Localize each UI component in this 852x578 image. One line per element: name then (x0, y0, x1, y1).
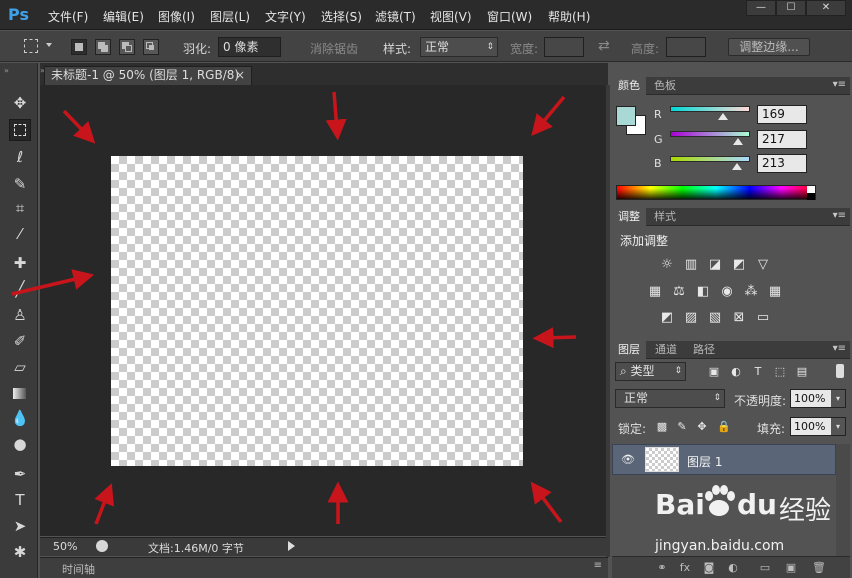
tab-adjustments[interactable]: 调整 (612, 208, 646, 226)
watermark-brand2: du (737, 488, 777, 521)
lock-label: 锁定: (618, 422, 647, 436)
baidu-watermark: Bai du 经验 jingyan.baidu.com (655, 480, 845, 570)
visibility-eye-icon[interactable]: 👁 (621, 453, 635, 466)
channel-g-slider[interactable] (670, 131, 750, 137)
fill-value: 100% (794, 420, 826, 433)
lock-transparent-icon[interactable]: ▩ (654, 419, 670, 435)
lock-position-icon[interactable]: ✥ (694, 419, 710, 435)
channel-r-slider[interactable] (670, 106, 750, 112)
color-lookup-icon[interactable]: ▦ (767, 284, 783, 300)
tab-layers[interactable]: 图层 (612, 341, 646, 359)
color-spectrum-bar[interactable] (616, 185, 816, 200)
chevron-down-icon[interactable]: ▾ (831, 390, 845, 407)
watermark-brand: Bai (655, 488, 705, 521)
tab-styles[interactable]: 样式 (648, 208, 682, 226)
photo-filter-icon[interactable]: ◉ (719, 284, 735, 300)
arrow-bottom-left (94, 483, 115, 525)
opacity-label: 不透明度: (734, 394, 787, 408)
gradient-map-icon[interactable]: ▭ (755, 310, 771, 326)
zoom-level[interactable]: 50% (53, 540, 77, 553)
panel-menu-icon[interactable]: ▾≡ (833, 79, 846, 90)
lock-pixels-icon[interactable]: ✎ (674, 419, 690, 435)
brightness-icon[interactable]: ☼ (659, 257, 675, 273)
arrow-top-right (531, 95, 566, 137)
foreground-swatch[interactable] (616, 106, 636, 126)
fill-label: 填充: (757, 422, 786, 436)
channel-b-thumb[interactable] (731, 163, 742, 170)
arrow-top-center (325, 91, 347, 141)
filter-shape-icon[interactable]: ⬚ (772, 364, 788, 380)
chevron-down-icon[interactable]: ▾ (831, 418, 845, 435)
add-adjustment-title: 添加调整 (620, 234, 669, 248)
exposure-icon[interactable]: ◩ (731, 257, 747, 273)
arrow-top-left (62, 109, 96, 144)
arrow-bottom-right (530, 481, 563, 524)
blend-mode-value: 正常 (624, 391, 649, 405)
panel-menu-icon[interactable]: ▾≡ (833, 343, 846, 354)
adjustments-panel: 调整 样式 ▾≡ 添加调整 ☼ ▥ ◪ ◩ ▽ ▦ ⚖ ◧ ◉ ⁂ ▦ ◩ ▨ … (612, 208, 850, 338)
status-info-icon[interactable] (96, 540, 108, 552)
opacity-input[interactable]: 100% ▾ (790, 389, 846, 408)
layer-filter-select[interactable]: ⌕ 类型 ⇕ (615, 362, 686, 381)
filter-toggle[interactable] (836, 364, 844, 378)
channel-r-thumb[interactable] (718, 113, 729, 120)
adjustments-panel-header: 调整 样式 ▾≡ (612, 208, 850, 226)
tab-color[interactable]: 颜色 (612, 77, 646, 95)
timeline-label[interactable]: 时间轴 (62, 561, 95, 577)
select-arrows-icon: ⇕ (674, 366, 682, 376)
color-panel-header: 颜色 色板 ▾≡ (612, 77, 850, 95)
channel-b-label: B (654, 157, 662, 170)
filter-adjustment-icon[interactable]: ◐ (728, 364, 744, 380)
channel-b-input[interactable]: 213 (757, 154, 807, 173)
layer-name[interactable]: 图层 1 (687, 453, 722, 470)
lock-all-icon[interactable]: 🔒 (716, 419, 732, 435)
channel-g-thumb[interactable] (733, 138, 744, 145)
status-menu-arrow-icon[interactable] (288, 541, 295, 551)
watermark-url: jingyan.baidu.com (655, 538, 785, 554)
paw-logo-icon (705, 485, 735, 516)
selective-color-icon[interactable]: ⊠ (731, 310, 747, 326)
arrow-right (532, 327, 577, 349)
tab-channels[interactable]: 通道 (649, 341, 683, 359)
tab-paths[interactable]: 路径 (687, 341, 721, 359)
filter-pixel-icon[interactable]: ▣ (706, 364, 722, 380)
posterize-icon[interactable]: ▨ (683, 310, 699, 326)
channel-g-label: G (654, 133, 663, 146)
doc-size-info: 文档:1.46M/0 字节 (148, 542, 244, 555)
filter-type-icon[interactable]: T (750, 364, 766, 380)
vibrance-icon[interactable]: ▽ (755, 257, 771, 273)
panel-menu-icon[interactable]: ▾≡ (833, 210, 846, 221)
channel-r-input[interactable]: 169 (757, 105, 807, 124)
select-arrows-icon: ⇕ (713, 393, 721, 403)
channel-r-label: R (654, 108, 662, 121)
layer-filter-value: 类型 (630, 364, 655, 378)
levels-icon[interactable]: ▥ (683, 257, 699, 273)
color-balance-icon[interactable]: ⚖ (671, 284, 687, 300)
timeline-menu-icon[interactable]: ≡ (594, 560, 602, 571)
invert-icon[interactable]: ◩ (659, 310, 675, 326)
hue-saturation-icon[interactable]: ▦ (647, 284, 663, 300)
fill-input[interactable]: 100% ▾ (790, 417, 846, 436)
channel-g-input[interactable]: 217 (757, 130, 807, 149)
black-white-icon[interactable]: ◧ (695, 284, 711, 300)
status-bar: 50% 文档:1.46M/0 字节 (40, 537, 606, 556)
layer-row[interactable]: 👁 图层 1 (612, 444, 836, 475)
arrow-left (11, 269, 95, 296)
opacity-value: 100% (794, 392, 826, 405)
timeline-bar: 时间轴 ≡ (40, 557, 608, 578)
color-panel: 颜色 色板 ▾≡ R 169 G 217 B 213 (612, 77, 850, 207)
channel-b-slider[interactable] (670, 156, 750, 162)
watermark-brand-cn: 经验 (779, 496, 832, 526)
curves-icon[interactable]: ◪ (707, 257, 723, 273)
channel-mixer-icon[interactable]: ⁂ (743, 284, 759, 300)
layer-thumbnail[interactable] (645, 447, 679, 472)
layers-panel-header: 图层 通道 路径 ▾≡ (612, 341, 850, 359)
tab-swatches[interactable]: 色板 (648, 77, 682, 95)
blend-mode-select[interactable]: 正常 ⇕ (615, 389, 725, 408)
search-icon: ⌕ (620, 364, 631, 378)
threshold-icon[interactable]: ▧ (707, 310, 723, 326)
filter-smart-icon[interactable]: ▤ (794, 364, 810, 380)
